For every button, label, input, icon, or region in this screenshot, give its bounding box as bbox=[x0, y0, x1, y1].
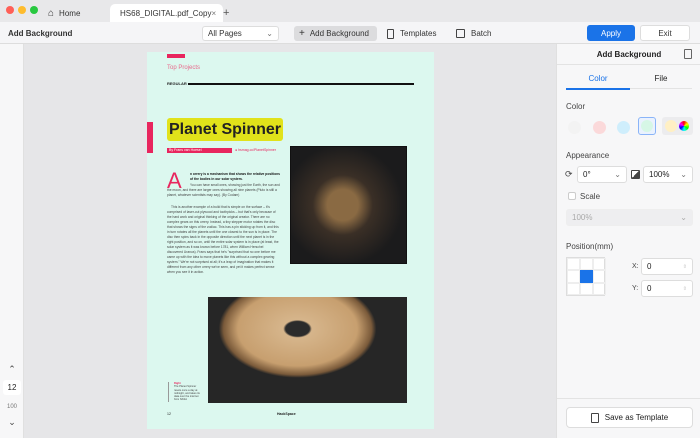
batch-label: Batch bbox=[471, 29, 492, 38]
add-background-button[interactable]: + Add Background bbox=[294, 26, 377, 41]
save-as-template-button[interactable]: Save as Template bbox=[566, 407, 693, 428]
page-navigator: ⌃ 12 100 ⌄ bbox=[0, 44, 24, 438]
chevron-down-icon: ⌄ bbox=[266, 29, 273, 38]
y-stepper[interactable]: ⇳ bbox=[683, 286, 687, 292]
swatch-yellow[interactable] bbox=[665, 120, 677, 132]
position-center-selected[interactable] bbox=[580, 270, 593, 283]
tab-color[interactable]: Color bbox=[566, 74, 630, 90]
batch-button[interactable]: Batch bbox=[456, 26, 491, 41]
tab-document[interactable]: HS68_DIGITAL.pdf_Copy × bbox=[110, 4, 223, 22]
templates-button[interactable]: Templates bbox=[387, 26, 436, 41]
save-as-template-label: Save as Template bbox=[604, 413, 669, 422]
y-input[interactable]: 0 ⇳ bbox=[641, 280, 693, 297]
divider bbox=[188, 83, 414, 85]
toolbar-title: Add Background bbox=[8, 29, 73, 38]
accent-bar bbox=[147, 122, 153, 153]
templates-label: Templates bbox=[400, 29, 437, 38]
close-window-button[interactable] bbox=[6, 6, 14, 14]
paragraph-2: This is another example of a build that … bbox=[167, 205, 279, 274]
opacity-value: 100% bbox=[649, 170, 670, 179]
minimize-window-button[interactable] bbox=[18, 6, 26, 14]
home-icon: ⌂ bbox=[48, 7, 55, 19]
pdf-page: Top Projects REGULAR Planet Spinner By F… bbox=[147, 52, 434, 429]
opacity-icon bbox=[631, 170, 640, 179]
scale-select[interactable]: 100% ⌄ bbox=[566, 209, 693, 226]
x-input[interactable]: 0 ⇳ bbox=[641, 258, 693, 275]
tab-document-label: HS68_DIGITAL.pdf_Copy bbox=[120, 8, 212, 18]
maximize-window-button[interactable] bbox=[30, 6, 38, 14]
position-label: Position(mm) bbox=[566, 242, 614, 251]
y-value: 0 bbox=[647, 284, 652, 293]
opacity-select[interactable]: 100% ⌄ bbox=[643, 166, 693, 183]
zodiac-disc-photo bbox=[208, 297, 407, 403]
x-stepper[interactable]: ⇳ bbox=[683, 264, 687, 270]
x-value: 0 bbox=[647, 262, 652, 271]
section-title: Top Projects bbox=[167, 65, 201, 71]
tab-home-label: Home bbox=[59, 8, 81, 18]
photo-caption: Right The Planet Spinner resets once a d… bbox=[168, 382, 201, 402]
template-list-icon[interactable] bbox=[684, 49, 692, 59]
article-link[interactable]: ● hsmag.cc/PlanetSpinner bbox=[235, 148, 276, 152]
color-picker-icon[interactable] bbox=[679, 121, 689, 131]
panel-title: Add Background bbox=[596, 50, 662, 59]
y-label: Y: bbox=[632, 285, 639, 292]
close-tab-icon[interactable]: × bbox=[211, 9, 216, 18]
new-tab-button[interactable]: + bbox=[223, 4, 229, 22]
page-number-input[interactable]: 12 bbox=[3, 380, 21, 395]
apply-button[interactable]: Apply bbox=[587, 25, 635, 41]
tab-home[interactable]: ⌂ Home bbox=[48, 4, 80, 22]
exit-button[interactable]: Exit bbox=[640, 25, 690, 41]
previous-page-icon[interactable]: ⌃ bbox=[0, 364, 24, 375]
next-page-icon[interactable]: ⌄ bbox=[0, 417, 24, 428]
swatch-blue[interactable] bbox=[617, 121, 630, 134]
footer-brand: HackSpace bbox=[277, 412, 296, 416]
orrery-photo bbox=[290, 146, 407, 264]
title-bar: ⌂ Home HS68_DIGITAL.pdf_Copy × + bbox=[0, 0, 700, 22]
color-label: Color bbox=[566, 102, 586, 111]
add-background-panel: Add Background Color File Color Appearan… bbox=[556, 44, 700, 438]
scale-value: 100% bbox=[572, 213, 593, 222]
scale-label: Scale bbox=[580, 192, 601, 201]
scale-checkbox[interactable] bbox=[568, 192, 576, 200]
swatch-green-selected[interactable] bbox=[638, 117, 656, 135]
toolbar: Add Background All Pages ⌄ + Add Backgro… bbox=[0, 22, 700, 44]
tab-file[interactable]: File bbox=[630, 74, 692, 89]
article-link-text: hsmag.cc/PlanetSpinner bbox=[238, 148, 277, 152]
swatch-pink[interactable] bbox=[593, 121, 606, 134]
templates-icon bbox=[387, 28, 394, 39]
pages-select-value: All Pages bbox=[208, 29, 242, 38]
footer-page-number: 12 bbox=[167, 412, 171, 416]
x-label: X: bbox=[632, 263, 639, 270]
save-template-icon bbox=[590, 412, 599, 423]
swatch-white[interactable] bbox=[568, 121, 581, 134]
byline: By Frans van Hoesel bbox=[167, 148, 232, 153]
paragraph-1: You can have small ones, showing just th… bbox=[167, 183, 280, 197]
category-label: REGULAR bbox=[167, 81, 187, 86]
pages-select[interactable]: All Pages ⌄ bbox=[202, 26, 279, 41]
custom-color-group bbox=[662, 117, 693, 135]
plus-icon: + bbox=[299, 28, 305, 39]
add-background-label: Add Background bbox=[309, 29, 369, 38]
rotation-icon: ⟳ bbox=[565, 169, 573, 179]
section-marker bbox=[167, 54, 185, 58]
rotation-select[interactable]: 0° ⌄ bbox=[577, 166, 627, 183]
rotation-value: 0° bbox=[583, 170, 591, 179]
headline: Planet Spinner bbox=[167, 118, 284, 141]
batch-icon bbox=[456, 29, 465, 38]
caption-text: The Planet Spinner resets once a day at … bbox=[174, 385, 200, 402]
lead-text: n orrery is a mechanism that shows the r… bbox=[190, 172, 280, 181]
position-grid[interactable] bbox=[566, 257, 606, 296]
zoom-level: 100 bbox=[6, 404, 17, 410]
appearance-label: Appearance bbox=[566, 151, 610, 160]
